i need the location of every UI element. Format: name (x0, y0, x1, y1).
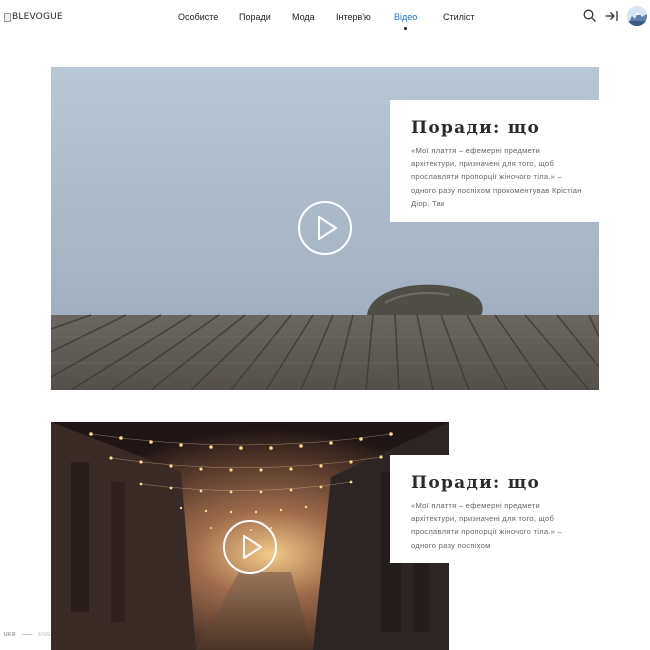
nav-item-interview[interactable]: Інтерв'ю (336, 12, 371, 22)
nav-item-video[interactable]: Відео (394, 12, 418, 30)
play-button[interactable] (223, 520, 277, 574)
main-nav: Особисте Поради Мода Інтерв'ю Відео Стил… (0, 12, 650, 30)
language-switcher[interactable]: UKR —— ENG (4, 632, 51, 638)
language-alternate[interactable]: ENG (38, 632, 50, 638)
login-icon[interactable] (604, 8, 620, 24)
nav-item-fashion[interactable]: Мода (292, 12, 315, 22)
site-header: BLEVOGUE Особисте Поради Мода Інтерв'ю В… (0, 0, 650, 36)
card-excerpt: «Мої плаття – ефемерні предмети архітект… (411, 501, 562, 550)
card-text-panel: Поради: що «Мої плаття – ефемерні предме… (390, 455, 598, 563)
avatar[interactable] (627, 6, 647, 26)
search-icon[interactable] (582, 8, 598, 24)
card-text-panel: Поради: що «Мої плаття – ефемерні предме… (390, 100, 599, 222)
nav-item-video-label: Відео (394, 12, 418, 22)
language-divider: —— (17, 632, 37, 638)
nav-item-tips[interactable]: Поради (239, 12, 271, 22)
language-current[interactable]: UKR (4, 632, 16, 638)
video-card[interactable]: Поради: що «Мої плаття – ефемерні предме… (51, 67, 599, 390)
card-title[interactable]: Поради: що (411, 118, 583, 138)
play-icon (318, 216, 337, 240)
card-title[interactable]: Поради: що (411, 473, 582, 493)
active-indicator-dot (404, 27, 408, 30)
nav-item-stylist[interactable]: Стиліст (443, 12, 475, 22)
card-excerpt: «Мої плаття – ефемерні предмети архітект… (411, 146, 582, 208)
nav-item-personal[interactable]: Особисте (178, 12, 218, 22)
play-button[interactable] (298, 201, 352, 255)
play-icon (243, 535, 262, 559)
